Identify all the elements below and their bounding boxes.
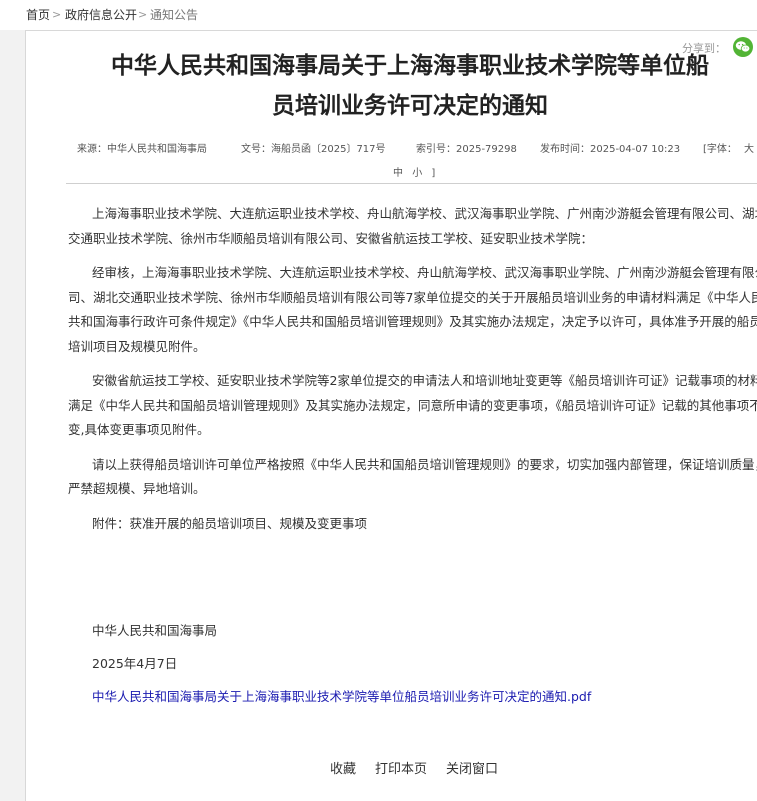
font-size-medium-link[interactable]: 中 xyxy=(393,168,403,179)
meta-source: 来源：中华人民共和国海事局 xyxy=(77,144,207,155)
favorite-link[interactable]: 收藏 xyxy=(330,758,356,777)
font-size-label: [字体： xyxy=(703,144,737,155)
page-title: 中华人民共和国海事局关于上海海事职业技术学院等单位船员培训业务许可决定的通知 xyxy=(111,53,709,119)
attachment-note: 附件：获准开展的船员培训项目、规模及变更事项 xyxy=(92,515,368,531)
breadcrumb-section-link[interactable]: 政府信息公开 xyxy=(65,0,137,30)
article-body: 上海海事职业技术学院、大连航运职业技术学校、舟山航海学校、武汉海事职业学院、广州… xyxy=(68,202,757,546)
body-paragraph-3: 请以上获得船员培训许可单位严格按照《中华人民共和国船员培训管理规则》的要求，切实… xyxy=(68,456,757,497)
addressee-paragraph: 上海海事职业技术学院、大连航运职业技术学校、舟山航海学校、武汉海事职业学院、广州… xyxy=(68,206,757,246)
body-paragraph-2: 安徽省航运技工学校、延安职业技术学院等2家单位提交的申请法人和培训地址变更等《船… xyxy=(68,373,757,437)
breadcrumb-separator: > xyxy=(138,8,148,21)
breadcrumb-current: 通知公告 xyxy=(150,8,199,22)
body-paragraph-1: 经审核，上海海事职业技术学院、大连航运职业技术学校、舟山航海学校、武汉海事职业学… xyxy=(68,265,757,354)
meta-doc-number: 文号：海船员函〔2025〕717号 xyxy=(241,144,386,155)
print-page-link[interactable]: 打印本页 xyxy=(375,758,427,777)
breadcrumb: 首页 > 政府信息公开 > 通知公告 xyxy=(0,0,757,30)
signature-org: 中华人民共和国海事局 xyxy=(92,623,218,638)
close-window-link[interactable]: 关闭窗口 xyxy=(446,758,498,777)
breadcrumb-home-link[interactable]: 首页 xyxy=(26,0,50,30)
signature-date: 2025年4月7日 xyxy=(92,656,178,671)
divider xyxy=(66,183,757,184)
font-size-large-link[interactable]: 大 xyxy=(744,140,754,155)
attachment-pdf-link[interactable]: 中华人民共和国海事局关于上海海事职业技术学院等单位船员培训业务许可决定的通知.p… xyxy=(92,686,591,705)
meta-publish-time: 发布时间：2025-04-07 10:23 xyxy=(540,144,681,155)
meta-index-number: 索引号：2025-79298 xyxy=(416,144,517,155)
font-size-controls: 中 小 ] xyxy=(393,164,441,179)
font-size-small-link[interactable]: 小 xyxy=(412,168,422,179)
font-size-close-bracket: ] xyxy=(431,168,436,179)
wechat-icon[interactable] xyxy=(733,37,753,57)
breadcrumb-separator: > xyxy=(52,8,62,21)
